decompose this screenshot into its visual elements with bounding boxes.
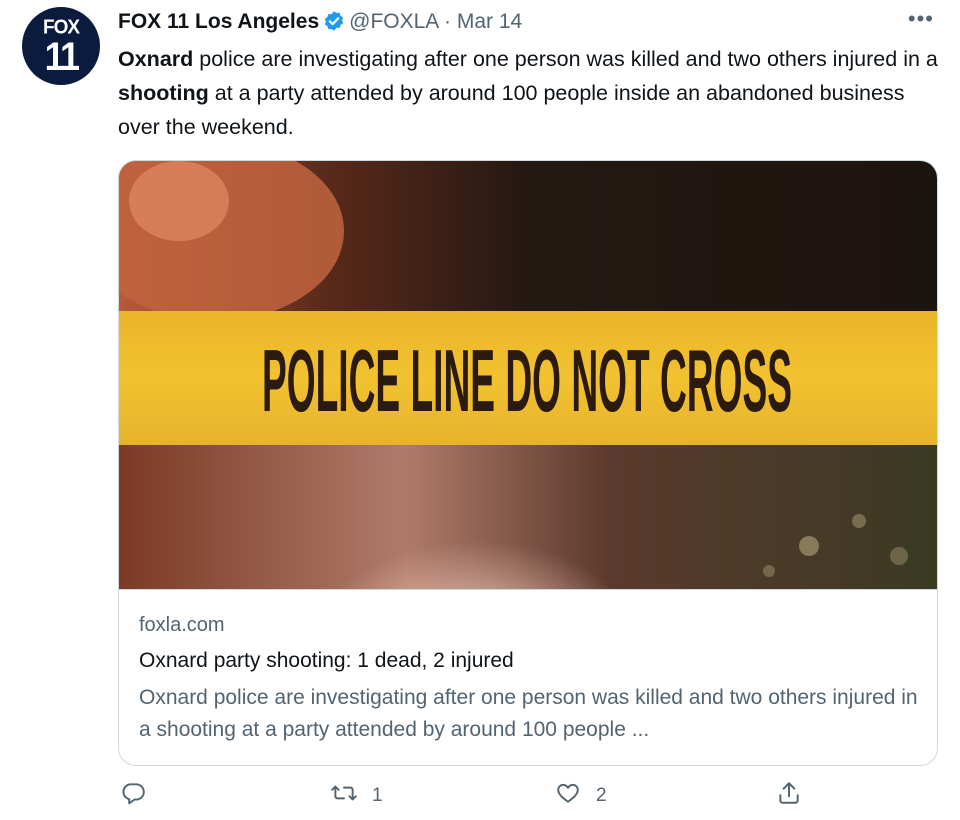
more-icon[interactable]: ••• [908, 6, 934, 32]
like-count: 2 [596, 785, 607, 806]
link-card[interactable]: POLICE LINE DO NOT CROSS foxla.com Oxnar… [118, 160, 938, 766]
retweet-icon [330, 780, 358, 812]
author-handle[interactable]: @FOXLA [349, 10, 438, 33]
tweet-date[interactable]: Mar 14 [457, 10, 522, 33]
card-domain: foxla.com [139, 614, 225, 636]
tweet-text-part: at a party attended by around 100 people… [118, 81, 905, 139]
card-description: Oxnard police are investigating after on… [139, 686, 918, 741]
tweet-text-bold-shooting: shooting [118, 81, 209, 105]
avatar-11-text: 11 [44, 35, 80, 79]
card-title: Oxnard party shooting: 1 dead, 2 injured [139, 649, 514, 672]
reply-icon [120, 780, 146, 812]
card-info[interactable]: foxla.com Oxnard party shooting: 1 dead,… [119, 589, 937, 765]
tweet-text-part: police are investigating after one perso… [193, 47, 938, 71]
action-bar: 1 2 [0, 780, 960, 820]
share-icon [776, 780, 802, 812]
share-button[interactable] [776, 780, 802, 812]
retweet-button[interactable]: 1 [330, 780, 383, 812]
verified-badge-icon [323, 10, 345, 40]
tweet-text-bold-oxnard: Oxnard [118, 47, 194, 71]
tweet-text: Oxnard police are investigating after on… [118, 42, 938, 144]
card-image[interactable]: POLICE LINE DO NOT CROSS [119, 161, 937, 681]
reply-button[interactable] [120, 780, 160, 812]
like-button[interactable]: 2 [554, 780, 607, 812]
header-separator: · [443, 10, 451, 33]
avatar[interactable]: FOX 11 [22, 7, 100, 85]
tweet-header: FOX 11 Los Angeles @FOXLA · Mar 14 [118, 8, 522, 40]
like-icon [554, 780, 582, 812]
author-name[interactable]: FOX 11 Los Angeles [118, 10, 319, 33]
tape-text: POLICE LINE DO NOT CROSS [262, 331, 792, 430]
retweet-count: 1 [372, 785, 383, 806]
